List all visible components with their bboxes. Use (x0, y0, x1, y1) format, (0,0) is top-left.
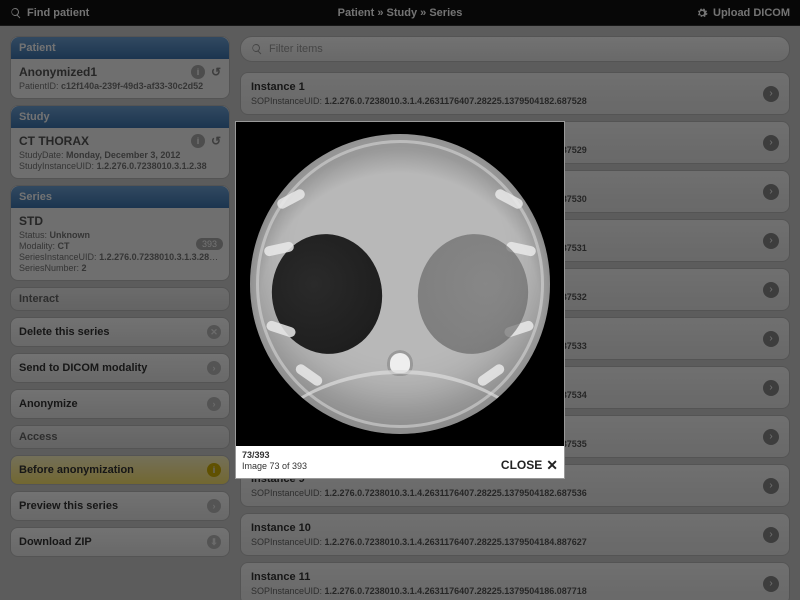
image-counter: 73/393 Image 73 of 393 (242, 450, 307, 473)
image-preview-modal: 73/393 Image 73 of 393 CLOSE ✕ (235, 121, 565, 480)
ct-slice-image (250, 134, 550, 434)
image-preview-overlay[interactable]: 73/393 Image 73 of 393 CLOSE ✕ (0, 0, 800, 600)
image-preview-area[interactable] (236, 122, 564, 446)
close-icon: ✕ (546, 458, 558, 472)
close-button[interactable]: CLOSE ✕ (501, 458, 558, 472)
